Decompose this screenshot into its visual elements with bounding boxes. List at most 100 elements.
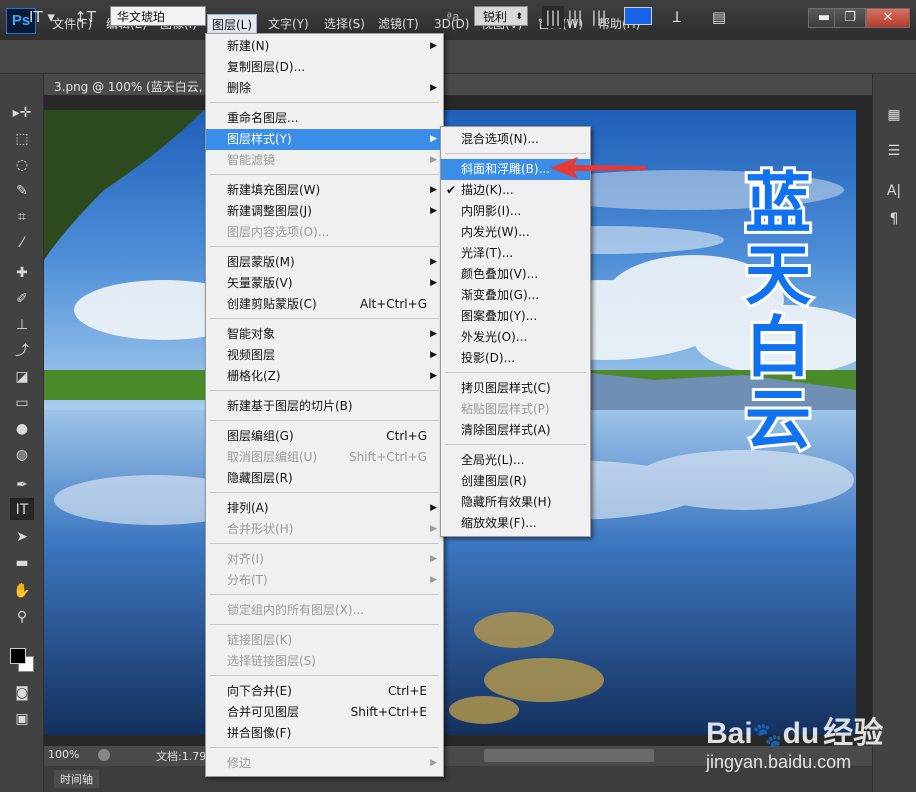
submenu-pattern-overlay[interactable]: 图案叠加(Y)... [441, 306, 590, 327]
menu-item-layer-style[interactable]: 图层样式(Y) ▶ [206, 129, 443, 150]
horizontal-scrollbar[interactable] [484, 749, 654, 762]
menu-item-vector-mask[interactable]: 矢量蒙版(V) ▶ [206, 273, 443, 294]
restore-button[interactable]: ❐ [834, 8, 866, 28]
document-tab[interactable]: 3.png @ 100% (蓝天白云, R [54, 78, 215, 95]
brush-tool-icon[interactable]: ✐ [10, 288, 34, 310]
submenu-clear-style[interactable]: 清除图层样式(A) [441, 420, 590, 441]
history-brush-icon[interactable]: ⤴ [10, 340, 34, 362]
menu-item-video-layer[interactable]: 视频图层 ▶ [206, 345, 443, 366]
gradient-tool-icon[interactable]: ▭ [10, 392, 34, 414]
type-tool-preset-icon[interactable]: IT ▾ [22, 6, 62, 28]
quick-select-tool-icon[interactable]: ✎ [10, 180, 34, 202]
paragraph-panel-icon[interactable]: ¶ [882, 208, 906, 230]
quick-mask-icon[interactable]: ◙ [10, 682, 34, 704]
healing-brush-icon[interactable]: ✚ [10, 262, 34, 284]
foreground-color-front[interactable] [10, 648, 26, 664]
crop-tool-icon[interactable]: ⌗ [10, 206, 34, 228]
text-color-swatch[interactable] [624, 7, 652, 25]
close-button[interactable]: ✕ [866, 8, 910, 28]
properties-panel-icon[interactable]: ☰ [882, 140, 906, 162]
menu-item-arrange[interactable]: 排列(A) ▶ [206, 498, 443, 519]
submenu-scale-effects[interactable]: 缩放效果(F)... [441, 513, 590, 534]
menu-item-matting[interactable]: 修边 ▶ [206, 753, 443, 774]
submenu-outer-glow[interactable]: 外发光(O)... [441, 327, 590, 348]
rectangle-tool-icon[interactable]: ▬ [10, 552, 34, 574]
move-tool-icon[interactable]: ▸✛ [10, 102, 34, 124]
menu-item-label: 分布(T) [227, 573, 268, 587]
timeline-tab[interactable]: 时间轴 [54, 770, 99, 788]
font-family-field[interactable]: 华文琥珀 [110, 6, 206, 26]
eyedropper-tool-icon[interactable]: ⁄ [10, 232, 34, 254]
menu-item-group-layers[interactable]: 图层编组(G) Ctrl+G [206, 426, 443, 447]
menu-item-distribute[interactable]: 分布(T) ▶ [206, 570, 443, 591]
warp-text-icon[interactable]: Ʇ [664, 6, 690, 28]
screen-mode-icon[interactable]: ▣ [10, 708, 34, 730]
menu-item-label: 隐藏图层(R) [227, 471, 293, 485]
menu-item-merge-visible[interactable]: 合并可见图层 Shift+Ctrl+E [206, 702, 443, 723]
hand-tool-icon[interactable]: ✋ [10, 580, 34, 602]
menu-item-align[interactable]: 对齐(I) ▶ [206, 549, 443, 570]
text-orientation-icon[interactable]: ↕T [72, 6, 98, 28]
type-tool-icon[interactable]: IT [10, 498, 34, 520]
pen-tool-icon[interactable]: ✒ [10, 474, 34, 496]
submenu-create-layer[interactable]: 创建图层(R) [441, 471, 590, 492]
character-panel-icon-right[interactable]: A| [882, 180, 906, 202]
submenu-drop-shadow[interactable]: 投影(D)... [441, 348, 590, 369]
submenu-copy-style[interactable]: 拷贝图层样式(C) [441, 378, 590, 399]
menu-separator [445, 444, 586, 445]
menu-item-merge-down[interactable]: 向下合并(E) Ctrl+E [206, 681, 443, 702]
submenu-blending-options[interactable]: 混合选项(N)... [441, 129, 590, 150]
menu-item-layer-content-options[interactable]: 图层内容选项(O)... [206, 222, 443, 243]
menu-item-delete[interactable]: 删除 ▶ [206, 78, 443, 99]
menu-item-ungroup-layers[interactable]: 取消图层编组(U) Shift+Ctrl+G [206, 447, 443, 468]
submenu-paste-style[interactable]: 粘贴图层样式(P) [441, 399, 590, 420]
menu-filter[interactable]: 滤镜(T) [374, 14, 423, 34]
status-info-icon[interactable] [98, 749, 110, 761]
align-left-icon[interactable]: ||| [542, 6, 564, 28]
zoom-level[interactable]: 100% [48, 748, 79, 761]
menu-item-link-layers[interactable]: 链接图层(K) [206, 630, 443, 651]
align-center-icon[interactable]: ||| [564, 6, 586, 28]
menu-item-combine-shapes[interactable]: 合并形状(H) ▶ [206, 519, 443, 540]
menu-item-new-fill-layer[interactable]: 新建填充图层(W) ▶ [206, 180, 443, 201]
eraser-tool-icon[interactable]: ◪ [10, 366, 34, 388]
menu-separator [210, 624, 439, 625]
submenu-gradient-overlay[interactable]: 渐变叠加(G)... [441, 285, 590, 306]
menu-item-duplicate-layer[interactable]: 复制图层(D)... [206, 57, 443, 78]
marquee-tool-icon[interactable]: ⬚ [10, 128, 34, 150]
menu-item-lock-layers[interactable]: 锁定组内的所有图层(X)... [206, 600, 443, 621]
submenu-inner-glow[interactable]: 内发光(W)... [441, 222, 590, 243]
menu-item-smart-filter[interactable]: 智能滤镜 ▶ [206, 150, 443, 171]
menu-type[interactable]: 文字(Y) [264, 14, 313, 34]
menu-item-rasterize[interactable]: 栅格化(Z) ▶ [206, 366, 443, 387]
submenu-inner-shadow[interactable]: 内阴影(I)... [441, 201, 590, 222]
menu-item-new[interactable]: 新建(N) ▶ [206, 36, 443, 57]
menu-item-new-layer-slice[interactable]: 新建基于图层的切片(B) [206, 396, 443, 417]
menu-item-clipping-mask[interactable]: 创建剪贴蒙版(C) Alt+Ctrl+G [206, 294, 443, 315]
submenu-satin[interactable]: 光泽(T)... [441, 243, 590, 264]
submenu-hide-all-effects[interactable]: 隐藏所有效果(H) [441, 492, 590, 513]
menu-item-layer-mask[interactable]: 图层蒙版(M) ▶ [206, 252, 443, 273]
zoom-tool-icon[interactable]: ⚲ [10, 606, 34, 628]
history-panel-icon[interactable]: ▦ [882, 104, 906, 126]
menu-item-new-adjustment-layer[interactable]: 新建调整图层(J) ▶ [206, 201, 443, 222]
submenu-item-label: 缩放效果(F)... [461, 516, 537, 530]
lasso-tool-icon[interactable]: ◌ [10, 154, 34, 176]
align-right-icon[interactable]: ||| [588, 6, 610, 28]
submenu-stroke[interactable]: ✔ 描边(K)... [441, 180, 590, 201]
clone-stamp-icon[interactable]: ⊥ [10, 314, 34, 336]
blur-tool-icon[interactable]: ● [10, 418, 34, 440]
menu-item-rename-layer[interactable]: 重命名图层... [206, 108, 443, 129]
submenu-color-overlay[interactable]: 颜色叠加(V)... [441, 264, 590, 285]
dodge-tool-icon[interactable]: ◍ [10, 444, 34, 466]
character-panel-icon[interactable]: ▤ [706, 6, 732, 28]
menu-item-select-linked[interactable]: 选择链接图层(S) [206, 651, 443, 672]
menu-item-hide-layers[interactable]: 隐藏图层(R) [206, 468, 443, 489]
menu-item-flatten-image[interactable]: 拼合图像(F) [206, 723, 443, 744]
antialias-select[interactable]: 锐利 ⬍ [474, 6, 528, 26]
path-select-icon[interactable]: ➤ [10, 526, 34, 548]
submenu-global-light[interactable]: 全局光(L)... [441, 450, 590, 471]
menu-select[interactable]: 选择(S) [320, 14, 369, 34]
menu-item-smart-object[interactable]: 智能对象 ▶ [206, 324, 443, 345]
menu-layer[interactable]: 图层(L) [207, 14, 258, 34]
